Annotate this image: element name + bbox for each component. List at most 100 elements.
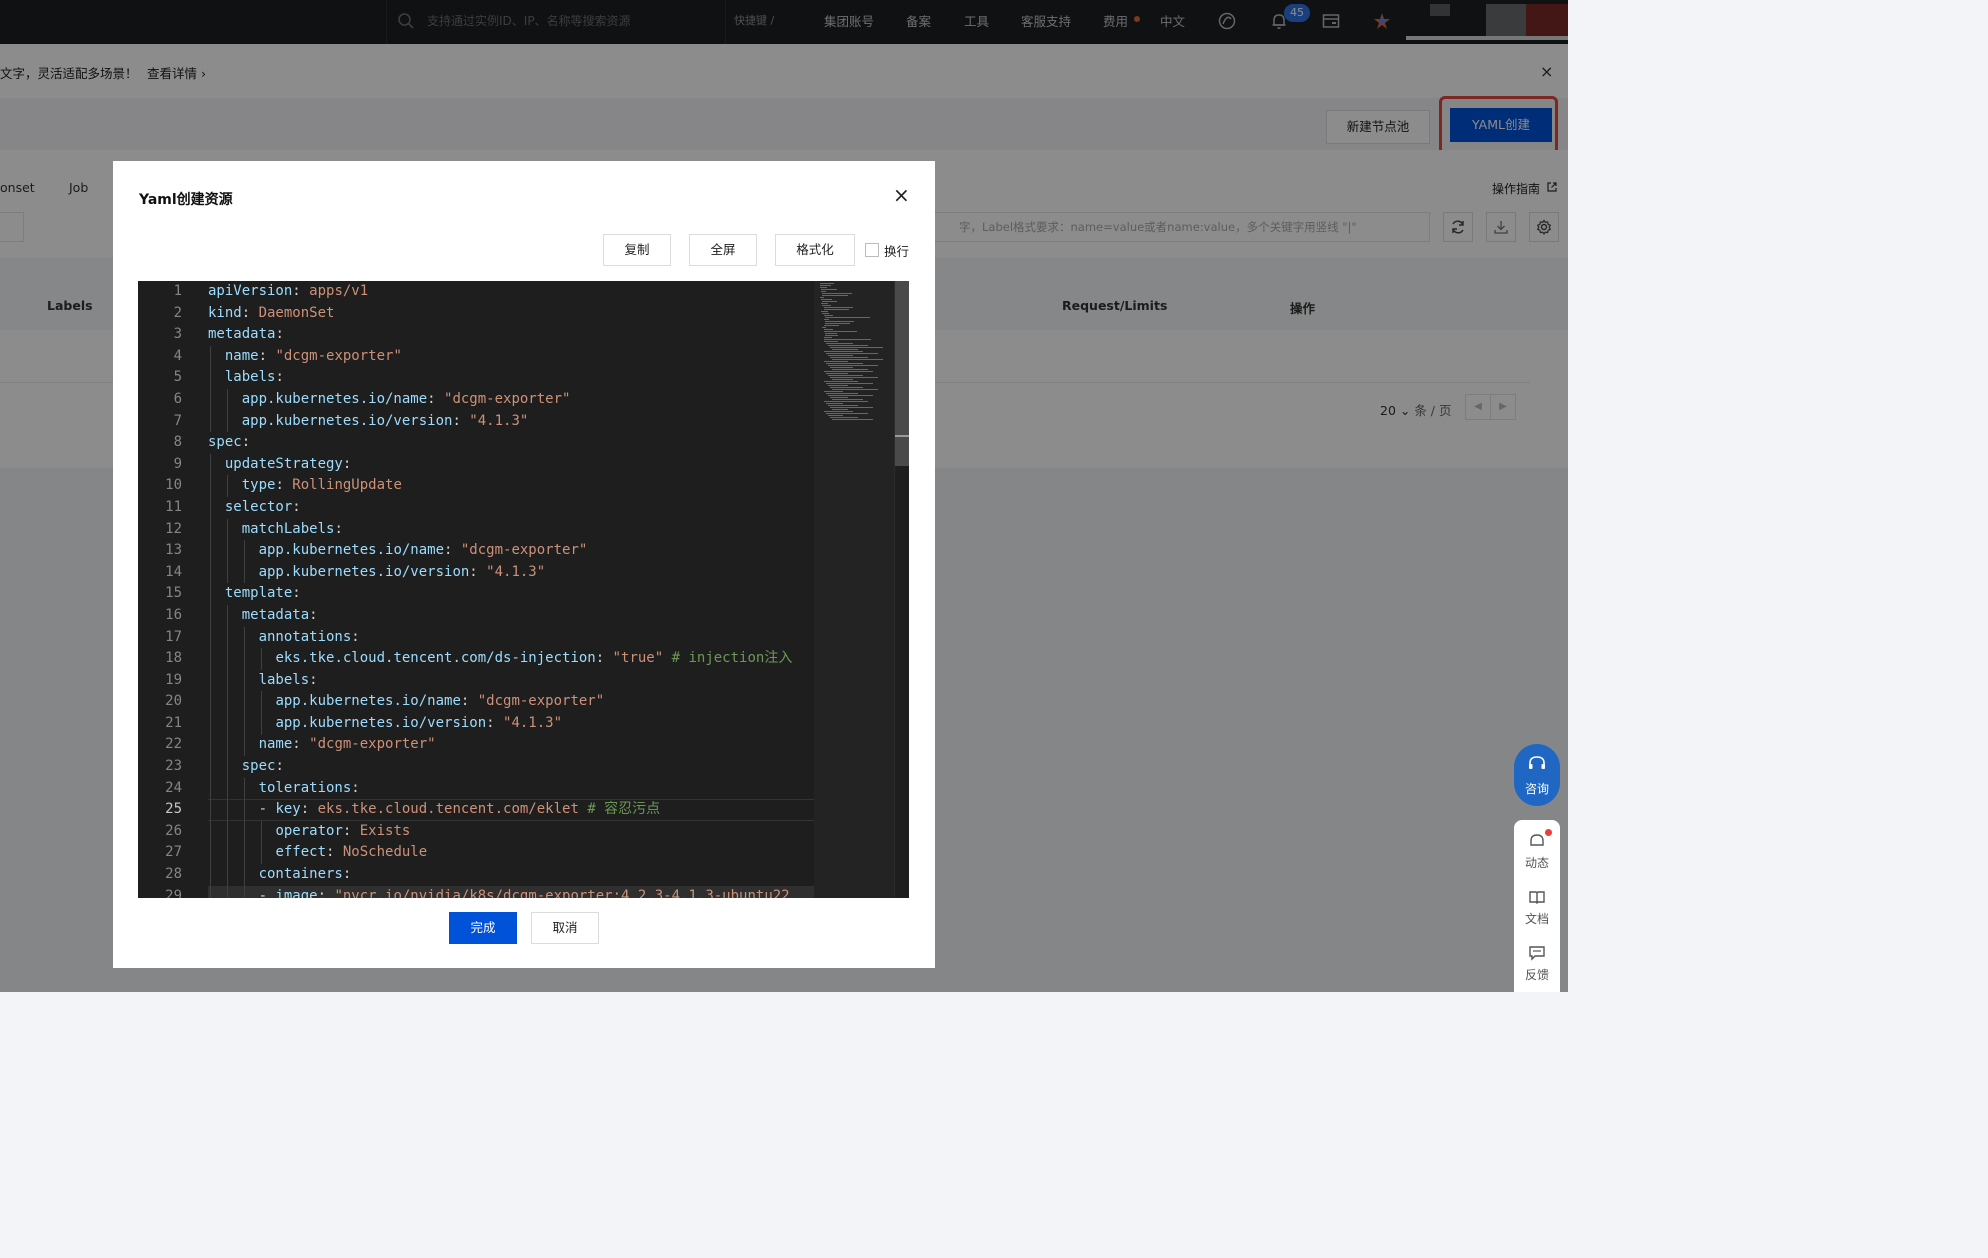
minimap-line (830, 377, 878, 378)
scrollbar-thumb[interactable] (895, 281, 909, 466)
code-line: tolerations: (258, 779, 360, 796)
minimap-line (832, 379, 853, 380)
line-number: 1 (173, 283, 182, 299)
code-line: spec: (208, 434, 251, 451)
code-line: name: "dcgm-exporter" (258, 736, 436, 753)
line-number: 8 (173, 434, 182, 451)
indent-guide (226, 648, 228, 670)
minimap-line (823, 325, 840, 326)
minimap-line (828, 375, 863, 376)
line-number: 19 (165, 671, 182, 688)
minimap-line (822, 313, 830, 314)
line-number: 17 (165, 628, 182, 645)
line-number: 5 (173, 369, 182, 386)
minimap-line (826, 343, 853, 344)
book-icon (1529, 891, 1545, 904)
minimap-line (823, 309, 850, 310)
minimap-line (820, 287, 827, 288)
side-docs[interactable]: 文档 (1514, 888, 1560, 927)
minimap-line (828, 415, 843, 416)
indent-guide (243, 864, 245, 886)
indent-guide (226, 842, 228, 865)
minimap-line (824, 411, 853, 412)
minimap-line (821, 303, 828, 304)
editor-scrollbar[interactable] (894, 281, 909, 898)
line-number: 24 (165, 779, 182, 796)
code-line: apiVersion: apps/v1 (208, 283, 369, 299)
minimap-line (820, 283, 835, 284)
copy-button[interactable]: 复制 (603, 234, 671, 266)
indent-guide (226, 561, 228, 584)
editor-minimap[interactable] (814, 281, 894, 898)
line-number: 18 (165, 650, 182, 667)
minimap-line (826, 413, 868, 414)
indent-guide (210, 842, 211, 865)
scrollbar-cursor-marker (895, 435, 909, 437)
minimap-line (832, 409, 848, 410)
indent-guide (226, 389, 228, 411)
code-line: eks.tke.cloud.tencent.com/ds-injection: … (275, 650, 793, 667)
dialog-close-icon[interactable]: × (893, 185, 910, 205)
code-line: selector: (224, 498, 301, 515)
yaml-code-editor[interactable]: 1 2 3 4 5 6 7 8 9 10 11 12 13 14 15 16 17 18 19 20 21 22 23 24 2… (138, 281, 909, 898)
minimap-line (821, 299, 833, 300)
side-feedback[interactable]: 反馈 (1514, 944, 1560, 983)
indent-guide (226, 518, 228, 541)
indent-guide (210, 605, 211, 627)
code-line: app.kubernetes.io/version: "4.1.3" (258, 563, 546, 580)
minimap-line (828, 345, 868, 346)
wrap-checkbox[interactable] (865, 243, 879, 257)
minimap-line (828, 365, 878, 366)
indent-guide (210, 453, 211, 476)
line-number: 13 (165, 542, 182, 559)
line-number: 10 (165, 477, 182, 494)
minimap-line (824, 323, 851, 324)
confirm-button[interactable]: 完成 (449, 912, 517, 944)
minimap-line (830, 397, 848, 398)
indent-guide (210, 756, 211, 778)
minimap-line (822, 327, 827, 328)
line-number: 4 (173, 347, 182, 364)
minimap-line (824, 333, 837, 334)
minimap-line (830, 347, 883, 348)
minimap-line (821, 291, 827, 292)
indent-guide (226, 475, 228, 497)
minimap-line (823, 331, 858, 332)
line-number: 6 (173, 390, 182, 407)
headset-icon (1529, 756, 1545, 769)
side-feedback-label: 反馈 (1524, 968, 1549, 982)
code-line: metadata: (241, 606, 318, 623)
indent-guide (226, 799, 228, 821)
code-line: template: (224, 585, 301, 602)
line-number: 20 (165, 693, 182, 710)
consult-button[interactable]: 咨询 (1514, 744, 1560, 806)
megaphone-icon (1530, 834, 1544, 846)
code-line: type: RollingUpdate (241, 477, 402, 494)
line-number: 28 (165, 866, 182, 883)
side-news[interactable]: 动态 (1514, 832, 1560, 871)
minimap-line (823, 329, 833, 330)
code-line: app.kubernetes.io/version: "4.1.3" (275, 714, 563, 731)
format-button[interactable]: 格式化 (775, 234, 855, 266)
indent-guide (210, 864, 211, 886)
line-number: 7 (173, 412, 182, 429)
indent-guide (226, 669, 228, 692)
indent-guide (210, 799, 211, 821)
side-toolbar: 动态 文档 反馈 (1514, 820, 1560, 992)
indent-guide (226, 821, 228, 843)
code-line: annotations: (258, 628, 360, 645)
minimap-line (828, 355, 853, 356)
code-line: matchLabels: (241, 520, 343, 537)
code-content[interactable]: apiVersion: apps/v1 kind: DaemonSet metada… (208, 281, 814, 898)
code-line: kind: DaemonSet (208, 304, 335, 321)
minimap-line (824, 317, 870, 318)
code-line: labels: (224, 369, 284, 386)
fullscreen-button[interactable]: 全屏 (689, 234, 757, 266)
indent-guide (226, 734, 228, 757)
line-number: 2 (173, 304, 182, 321)
minimap-line (828, 395, 873, 396)
minimap-line (823, 315, 833, 316)
feedback-icon (1529, 946, 1545, 961)
minimap-line (830, 387, 863, 388)
cancel-button[interactable]: 取消 (531, 912, 599, 944)
